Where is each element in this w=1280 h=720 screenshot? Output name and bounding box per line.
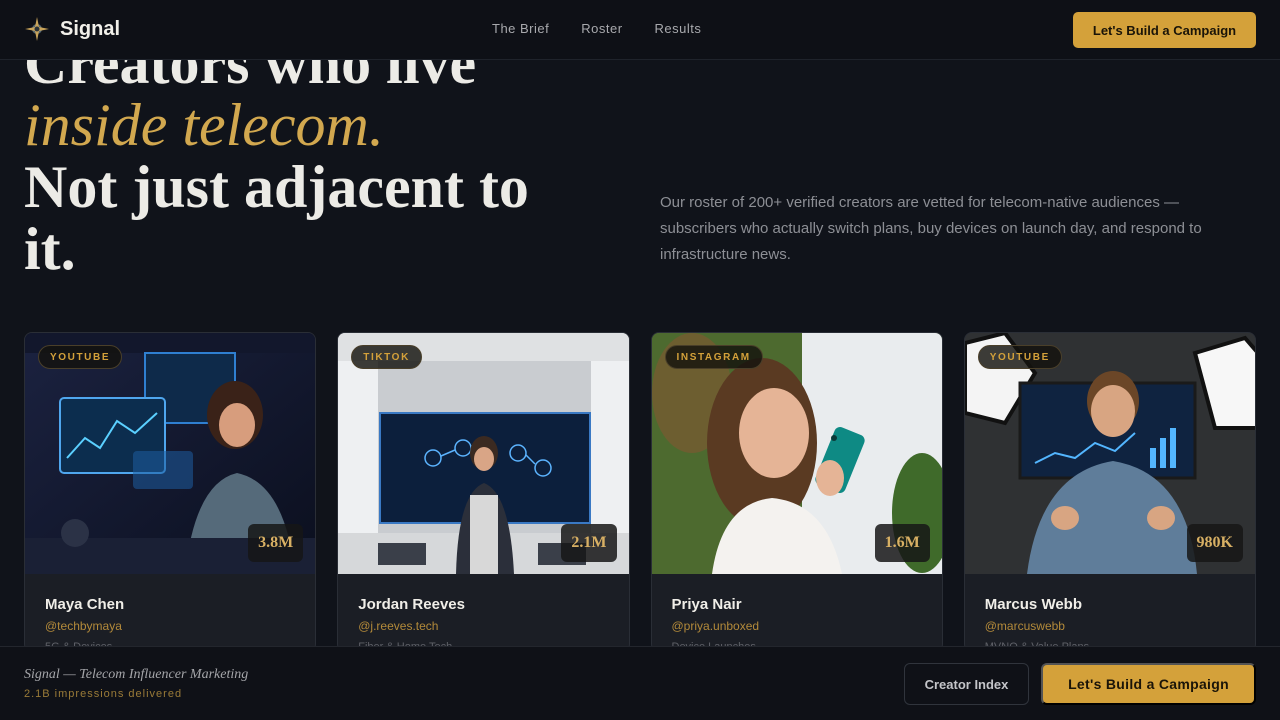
creator-index-button[interactable]: Creator Index (904, 663, 1029, 705)
nav-link-brief[interactable]: The Brief (492, 21, 549, 36)
follower-count: 2.1M (561, 524, 617, 562)
creator-card[interactable]: INSTAGRAM 1.6M Priya Nair @priya.unboxed… (650, 332, 943, 652)
follower-count: 980K (1186, 524, 1243, 562)
creator-name: Marcus Webb (984, 596, 1082, 613)
impressions-stat: 2.1B impressions delivered (24, 688, 183, 700)
creator-roster: YOUTUBE 3.8M Maya Chen @techbymaya 5G & … (24, 332, 1256, 652)
nav-links: The Brief Roster Results (492, 21, 701, 36)
creator-photo: YOUTUBE 3.8M (25, 333, 316, 574)
creator-card[interactable]: TIKTOK 2.1M Jordan Reeves @j.reeves.tech… (337, 332, 630, 652)
build-campaign-button[interactable]: Let's Build a Campaign (1073, 12, 1256, 48)
platform-badge: YOUTUBE (38, 345, 123, 369)
platform-badge: INSTAGRAM (664, 345, 763, 369)
hero-line-3: Not just adjacent to (24, 154, 529, 220)
creator-handle[interactable]: @j.reeves.tech (358, 619, 608, 633)
brand-logo[interactable]: Signal (24, 16, 120, 42)
platform-badge: TIKTOK (351, 345, 422, 369)
hero-description: Our roster of 200+ verified creators are… (660, 194, 1202, 263)
creator-handle[interactable]: @techbymaya (45, 619, 295, 633)
footer-build-campaign-button[interactable]: Let's Build a Campaign (1041, 663, 1256, 705)
platform-badge: YOUTUBE (977, 345, 1062, 369)
creator-name: Priya Nair (671, 596, 742, 613)
compass-icon (25, 17, 49, 41)
footer-title: Signal — Telecom Influencer Marketing (24, 667, 249, 682)
nav-link-results[interactable]: Results (655, 21, 702, 36)
nav-link-roster[interactable]: Roster (581, 21, 622, 36)
creator-card[interactable]: YOUTUBE 3.8M Maya Chen @techbymaya 5G & … (24, 332, 317, 652)
hero-line-4: it. (24, 216, 76, 282)
hero-headline: Creators who live inside telecom. Not ju… (24, 32, 624, 280)
creator-handle[interactable]: @priya.unboxed (672, 619, 922, 633)
follower-count: 3.8M (248, 524, 304, 562)
creator-photo: YOUTUBE 980K (964, 333, 1255, 574)
brand-name: Signal (60, 17, 121, 40)
hero-line-2: inside telecom. (24, 92, 384, 158)
top-nav: Signal The Brief Roster Results Let's Bu… (0, 0, 1280, 60)
creator-photo: TIKTOK 2.1M (338, 333, 629, 574)
creator-handle[interactable]: @marcuswebb (985, 619, 1235, 633)
creator-card[interactable]: YOUTUBE 980K Marcus Webb @marcuswebb MVN… (963, 332, 1256, 652)
sticky-footer-bar: Signal — Telecom Influencer Marketing 2.… (0, 646, 1280, 720)
creator-name: Jordan Reeves (358, 596, 465, 613)
follower-count: 1.6M (874, 524, 930, 562)
creator-name: Maya Chen (45, 596, 125, 613)
creator-photo: INSTAGRAM 1.6M (651, 333, 942, 574)
